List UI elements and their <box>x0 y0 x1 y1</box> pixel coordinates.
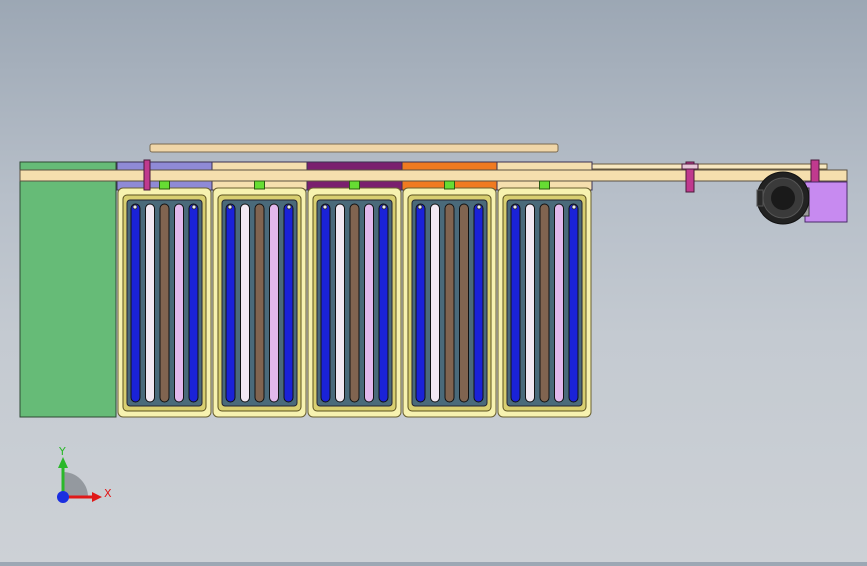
module-slat <box>335 203 345 403</box>
module-pin <box>539 180 550 190</box>
module-slat <box>174 203 184 403</box>
module-5 <box>496 161 593 418</box>
module-slat <box>459 203 469 403</box>
module-slat <box>554 203 564 403</box>
module-pin <box>349 180 360 190</box>
module-slat <box>430 203 440 403</box>
module-slat <box>473 203 484 403</box>
module-4 <box>401 161 498 418</box>
screw-hole <box>512 204 518 210</box>
module-row <box>116 161 593 418</box>
module-slat <box>254 203 265 403</box>
module-slat <box>145 203 155 403</box>
screw-hole <box>476 204 482 210</box>
screw-hole <box>417 204 423 210</box>
module-slat <box>364 203 374 403</box>
module-pin <box>159 180 170 190</box>
module-pin <box>444 180 455 190</box>
screw-hole <box>132 204 138 210</box>
screw-hole <box>322 204 328 210</box>
module-slat <box>320 203 331 403</box>
module-slat <box>240 203 250 403</box>
module-slat <box>130 203 141 403</box>
module-slat <box>444 203 455 403</box>
module-slat <box>539 203 550 403</box>
module-slat <box>525 203 535 403</box>
module-3 <box>306 161 403 418</box>
module-slat <box>283 203 294 403</box>
coordinate-triad: Y X <box>57 445 112 503</box>
axis-label-x: X <box>104 487 112 500</box>
module-slat <box>159 203 170 403</box>
module-slat <box>269 203 279 403</box>
module-slat <box>568 203 579 403</box>
module-slat <box>415 203 426 403</box>
rail-bolt-right <box>810 159 820 185</box>
module-2 <box>211 161 308 418</box>
module-slat <box>188 203 199 403</box>
cad-viewport[interactable]: Y X <box>0 0 867 562</box>
module-slat <box>349 203 360 403</box>
module-1 <box>116 161 213 418</box>
top-plate <box>149 143 559 153</box>
motor-mount <box>804 181 848 223</box>
screw-hole <box>571 204 577 210</box>
left-green-block <box>19 161 117 418</box>
screw-hole <box>227 204 233 210</box>
module-slat <box>510 203 521 403</box>
axis-label-y: Y <box>58 445 66 458</box>
cad-model-view: Y X <box>19 143 848 503</box>
rail-bolt-left <box>143 159 151 191</box>
screw-hole <box>286 204 292 210</box>
screw-hole <box>191 204 197 210</box>
module-slat <box>378 203 389 403</box>
screw-hole <box>381 204 387 210</box>
module-slat <box>225 203 236 403</box>
module-pin <box>254 180 265 190</box>
